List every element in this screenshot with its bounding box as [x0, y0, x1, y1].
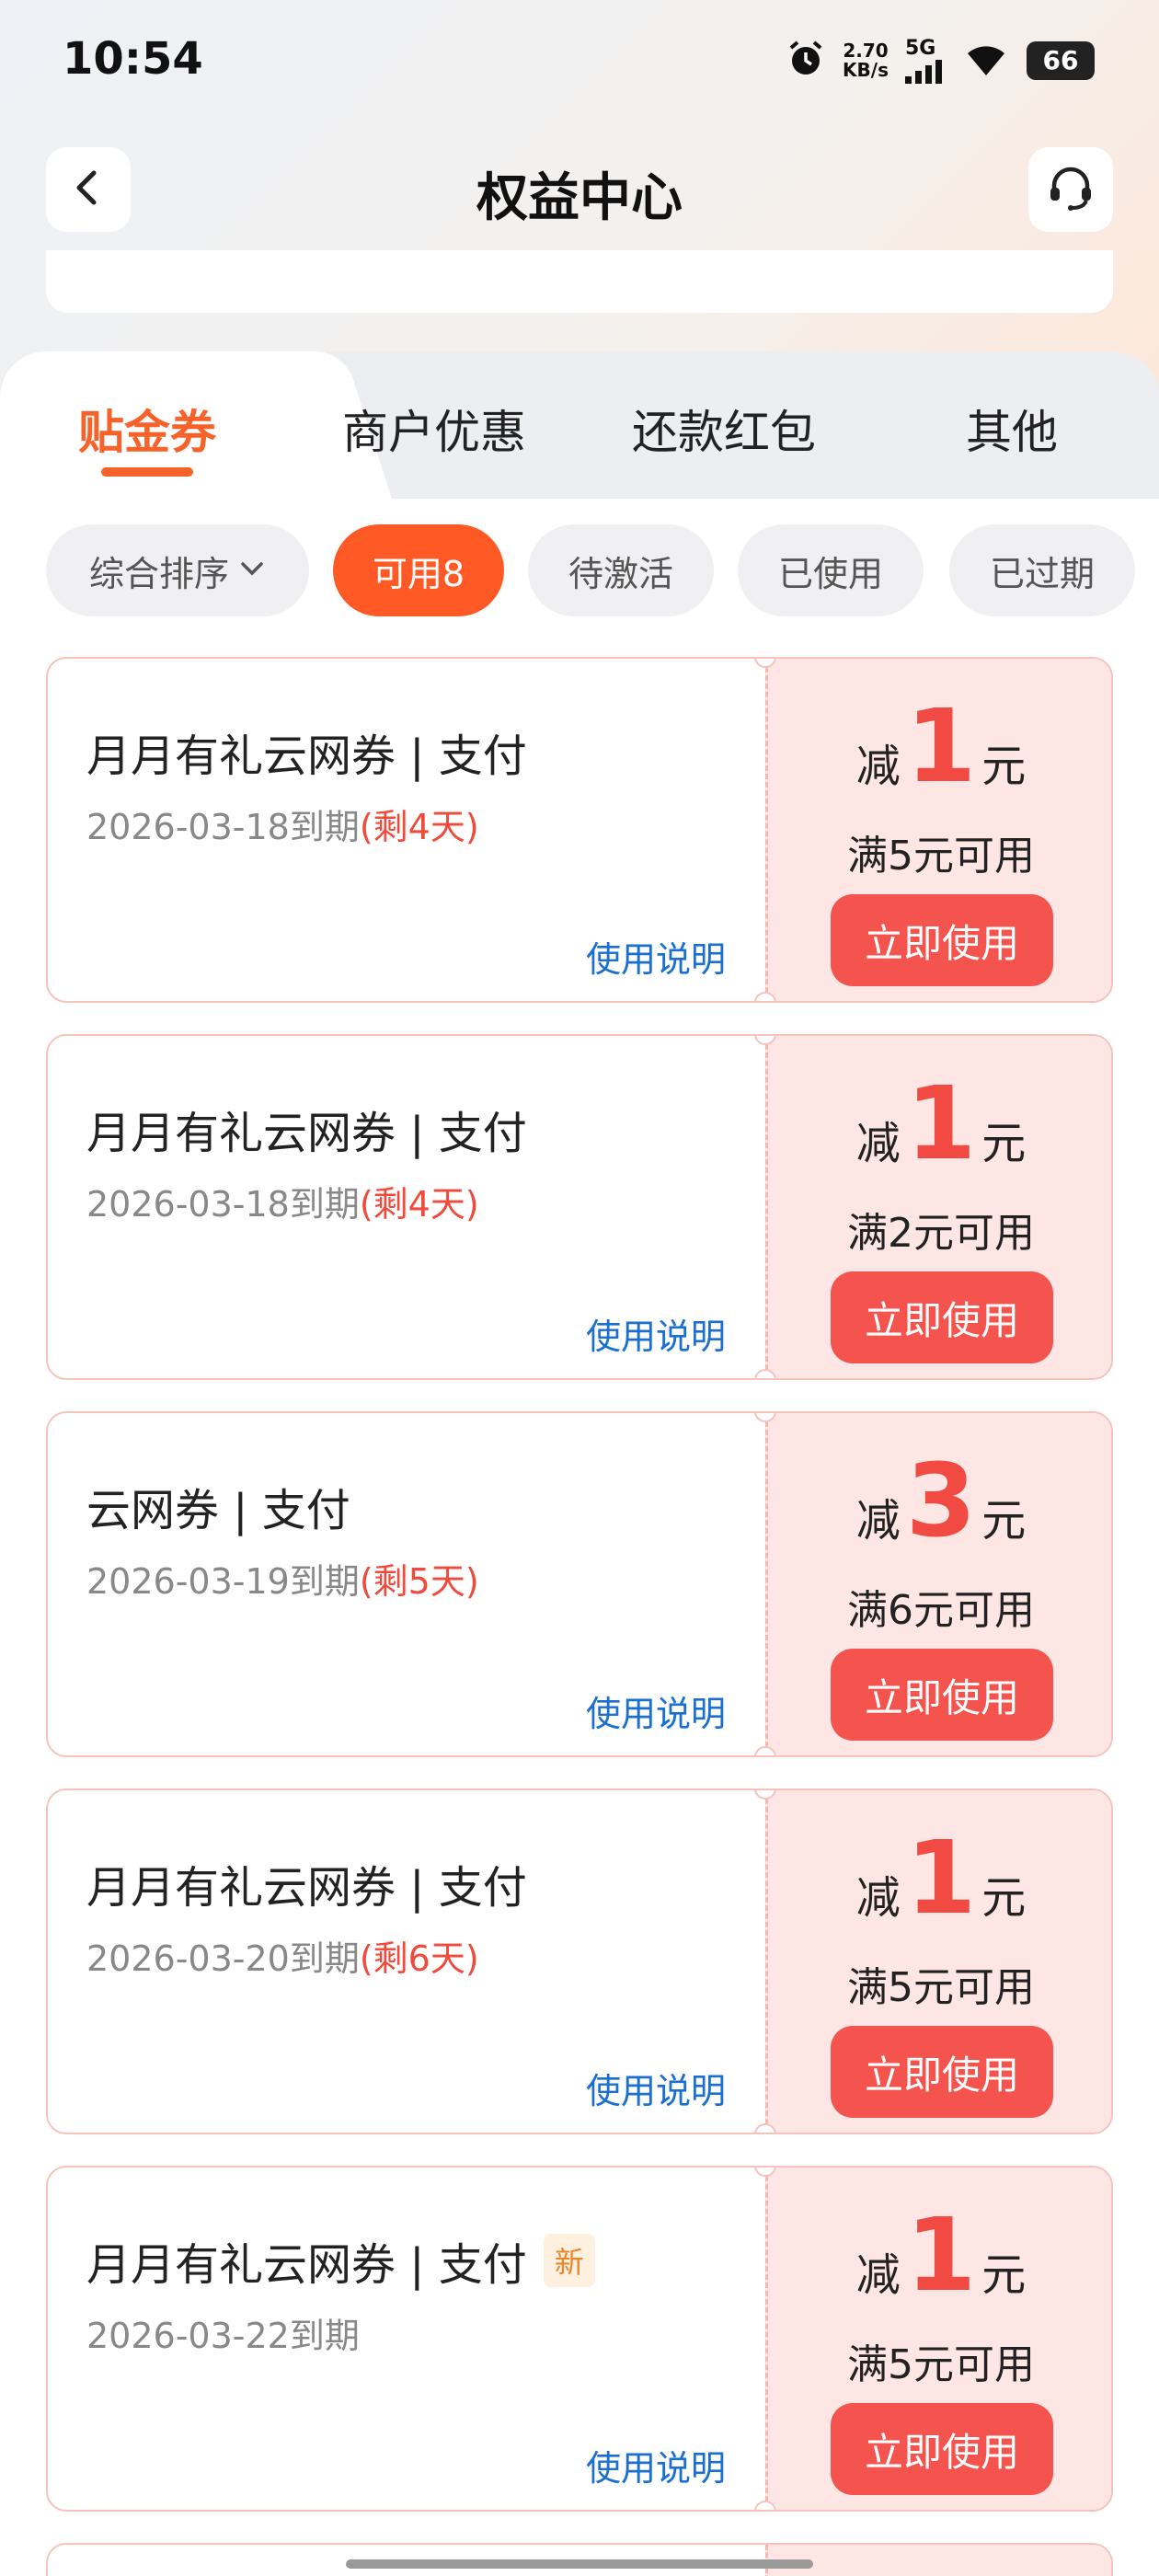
status-time: 10:54 [63, 33, 203, 85]
reduce-label: 减 [855, 1872, 901, 1924]
coupon-condition: 满6元可用 [847, 1587, 1035, 1634]
chevron-down-icon [238, 550, 266, 591]
use-now-button[interactable]: 立即使用 [831, 1649, 1053, 1741]
coupon-title: 月月有礼云网券 | 支付 [86, 730, 527, 782]
coupon-title-row: 月月有礼云网券 | 支付 [86, 1851, 527, 1915]
coupon-title: 月月有礼云网券 | 支付 [86, 2239, 527, 2291]
coupon-amount: 减 1 元 [768, 1819, 1111, 1937]
currency-label: 元 [981, 741, 1027, 792]
reduce-label: 减 [855, 2249, 901, 2301]
page-title: 权益中心 [476, 168, 683, 228]
currency-label: 元 [981, 2249, 1027, 2301]
currency-label: 元 [981, 1495, 1027, 1547]
coupon-amount: 减 1 元 [768, 687, 1111, 805]
alarm-icon [786, 39, 826, 83]
coupon-title-row: 月月有礼云网券 | 支付 [86, 719, 527, 784]
status-bar: 10:54 2.70 KB/s 5G 66 [0, 0, 1159, 129]
filter-available[interactable]: 可用8 [333, 524, 504, 616]
use-now-button[interactable]: 立即使用 [831, 1271, 1053, 1363]
use-now-button[interactable]: 立即使用 [831, 2026, 1053, 2118]
use-now-button[interactable]: 立即使用 [831, 2403, 1053, 2495]
usage-instructions-link[interactable]: 使用说明 [586, 931, 726, 982]
tab-repayment-red-packets[interactable]: 还款红包 [604, 396, 843, 462]
customer-service-button[interactable] [1028, 147, 1113, 232]
usage-instructions-link[interactable]: 使用说明 [586, 2063, 726, 2113]
network-type: 5G [905, 37, 936, 60]
coupon-condition: 满2元可用 [847, 1210, 1035, 1257]
coupon-title-row: 云网券 | 支付 [86, 1474, 350, 1538]
headset-icon [1045, 162, 1096, 217]
usage-instructions-link[interactable]: 使用说明 [586, 2440, 726, 2490]
active-tab-indicator [101, 467, 193, 477]
coupon-expiry: 2026-03-18到期(剩4天) [86, 799, 479, 849]
wifi-icon [962, 40, 1010, 81]
reduce-label: 减 [855, 1495, 901, 1547]
header-card [46, 250, 1113, 313]
coupon-title: 云网券 | 支付 [86, 1485, 350, 1536]
coupon-condition: 满5元可用 [847, 833, 1035, 880]
coupon-value-panel: 减 1 元 满5元可用 立即使用 [765, 659, 1111, 1001]
home-indicator[interactable] [346, 2559, 813, 2569]
coupon-value-panel: 减 3 元 满6元可用 立即使用 [765, 1413, 1111, 1755]
status-icons: 2.70 KB/s 5G 66 [786, 37, 1095, 84]
sort-dropdown[interactable]: 综合排序 [46, 524, 309, 616]
coupon-expiry-date: 2026-03-19到期 [86, 1561, 360, 1602]
coupon-days-remaining: (剩4天) [359, 1184, 479, 1225]
coupon-days-remaining: (剩5天) [359, 1561, 479, 1602]
coupon-title-row: 月月有礼云网券 | 支付 [86, 1097, 527, 1161]
coupon-expiry: 2026-03-18到期(剩4天) [86, 1176, 479, 1226]
coupon-amount-value: 1 [905, 1064, 977, 1182]
currency-label: 元 [981, 1872, 1027, 1924]
coupon-amount-value: 1 [905, 2196, 977, 2314]
coupon-amount: 减 3 元 [768, 1442, 1111, 1559]
coupon-title-row: 月月有礼云网券 | 支付 新 [86, 2228, 595, 2293]
coupon-value-panel: 减 1 元 满5元可用 立即使用 [765, 2168, 1111, 2510]
filter-expired[interactable]: 已过期 [949, 524, 1135, 616]
coupon-amount-value: 1 [905, 1819, 977, 1937]
filter-used[interactable]: 已使用 [738, 524, 924, 616]
usage-instructions-link[interactable]: 使用说明 [586, 1308, 726, 1359]
reduce-label: 减 [855, 741, 901, 792]
coupon-days-remaining: (剩4天) [359, 807, 479, 847]
coupon-amount: 减 1 元 [768, 2196, 1111, 2314]
coupon-amount: 减 1 元 [768, 1064, 1111, 1182]
net-speed-value: 2.70 [843, 39, 889, 62]
coupon-expiry-date: 2026-03-20到期 [86, 1938, 360, 1979]
coupon-card: 月月有礼云网券 | 支付 新 2026-03-22到期 使用说明 减 1 元 满… [46, 2166, 1113, 2512]
coupon-amount-value: 3 [905, 1442, 977, 1559]
tab-subsidy-coupons[interactable]: 贴金券 [28, 396, 267, 462]
coupon-title: 月月有礼云网券 | 支付 [86, 1862, 527, 1914]
coupon-title: 月月有礼云网券 | 支付 [86, 1108, 527, 1159]
coupon-value-panel [765, 2545, 1111, 2576]
coupon-card: 云网券 | 支付 2026-03-19到期(剩5天) 使用说明 减 3 元 满6… [46, 1411, 1113, 1757]
coupon-card: 月月有礼云网券 | 支付 2026-03-18到期(剩4天) 使用说明 减 1 … [46, 657, 1113, 1003]
tab-other[interactable]: 其他 [892, 396, 1131, 462]
usage-instructions-link[interactable]: 使用说明 [586, 1685, 726, 1736]
cellular-signal-icon: 5G [905, 37, 946, 84]
currency-label: 元 [981, 1118, 1027, 1169]
coupon-expiry-date: 2026-03-22到期 [86, 2316, 360, 2356]
net-speed-unit: KB/s [843, 58, 889, 81]
coupon-card: 月月有礼云网券 | 支付 2026-03-20到期(剩6天) 使用说明 减 1 … [46, 1788, 1113, 2134]
coupon-expiry: 2026-03-20到期(剩6天) [86, 1930, 479, 1981]
coupon-days-remaining: (剩6天) [359, 1938, 479, 1979]
new-badge: 新 [543, 2234, 595, 2287]
coupon-value-panel: 减 1 元 满5元可用 立即使用 [765, 1790, 1111, 2133]
tab-merchant-offers[interactable]: 商户优惠 [315, 396, 554, 462]
battery-indicator: 66 [1027, 40, 1095, 80]
coupon-amount-value: 1 [905, 687, 977, 805]
use-now-button[interactable]: 立即使用 [831, 894, 1053, 986]
coupon-expiry: 2026-03-22到期 [86, 2307, 360, 2358]
coupon-expiry-date: 2026-03-18到期 [86, 1184, 360, 1225]
coupon-expiry-date: 2026-03-18到期 [86, 807, 360, 847]
coupon-condition: 满5元可用 [847, 2341, 1035, 2388]
sort-label: 综合排序 [88, 553, 229, 594]
net-speed: 2.70 KB/s [843, 39, 889, 81]
filter-pending-activation[interactable]: 待激活 [528, 524, 714, 616]
coupon-condition: 满5元可用 [847, 1964, 1035, 2011]
coupon-value-panel: 减 1 元 满2元可用 立即使用 [765, 1036, 1111, 1378]
coupon-expiry: 2026-03-19到期(剩5天) [86, 1553, 479, 1604]
reduce-label: 减 [855, 1118, 901, 1169]
coupon-card: 月月有礼云网券 | 支付 2026-03-18到期(剩4天) 使用说明 减 1 … [46, 1034, 1113, 1380]
